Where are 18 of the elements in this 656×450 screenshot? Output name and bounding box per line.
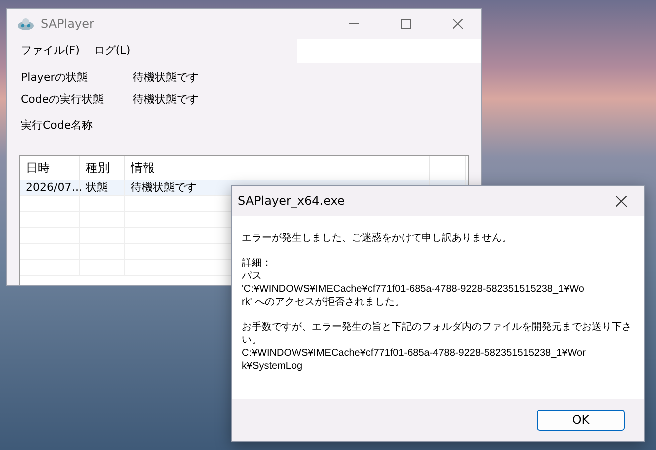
field-value: 待機状態です <box>133 92 200 108</box>
maximize-icon <box>401 19 411 29</box>
table-cell: 状態 <box>80 180 125 196</box>
message-text: エラーが発生しました、ご迷惑をかけて申し訳ありません。 <box>242 232 512 245</box>
ok-button[interactable]: OK <box>537 410 625 430</box>
close-icon <box>453 19 463 29</box>
field-label: Playerの状態 <box>21 70 90 86</box>
window-title: SAPlayer <box>41 16 94 33</box>
table-cell: 2026/07… <box>20 180 80 196</box>
field-label: Codeの実行状態 <box>21 92 106 108</box>
message-text: お手数ですが、エラー発生の旨と下記のフォルダ内のファイルを開発元までお送り下さ い。 C:¥WINDOWS¥IMECache¥cf771f01-685a-4788-9228-582351515238_1¥Wor k¥SystemLog <box>242 321 632 373</box>
field-label: 実行Code名称 <box>21 118 94 134</box>
menu-item[interactable]: ファイル(F) <box>19 42 82 60</box>
app-logo-icon <box>17 17 35 31</box>
field-value: 待機状態です <box>133 70 200 86</box>
menu-item[interactable]: ログ(L) <box>92 42 133 60</box>
close-icon <box>616 196 626 206</box>
message-text: 詳細： パス 'C:¥WINDOWS¥IMECache¥cf771f01-685a-4788-9228-582351515238_1¥Wo rk' へのアクセスが拒否されました。 <box>242 257 584 309</box>
